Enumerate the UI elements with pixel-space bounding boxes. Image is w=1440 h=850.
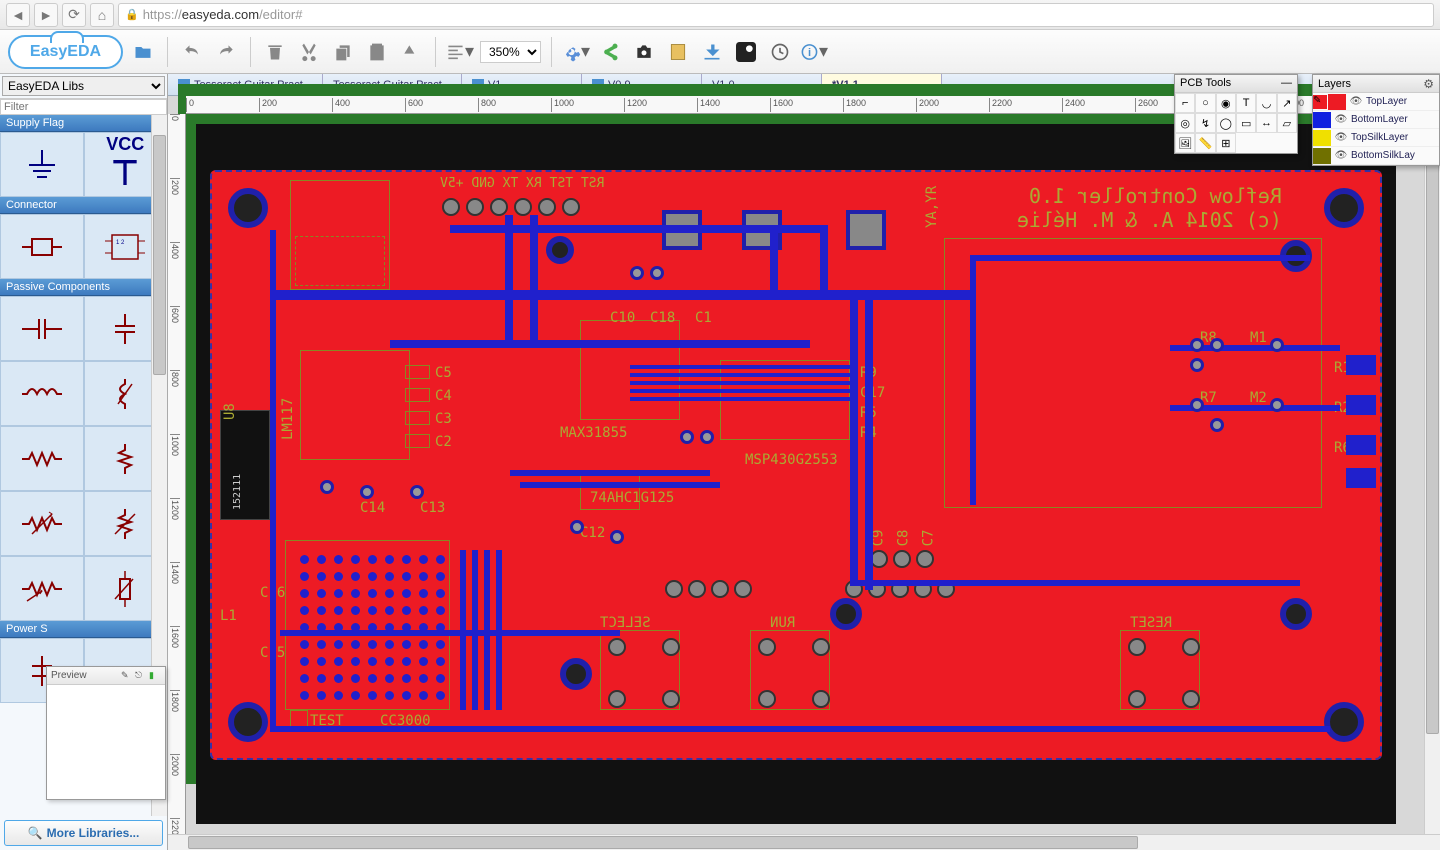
undo-button[interactable] [178,38,206,66]
tool-text[interactable]: T [1236,93,1256,113]
pencil-icon: ✎ [1313,95,1327,109]
library-filter-input[interactable] [0,99,167,115]
eye-icon[interactable]: 👁 [1333,114,1349,125]
battery-icon[interactable]: ▮ [149,670,161,682]
tool-arc[interactable]: ◡ [1256,93,1276,113]
tool-move[interactable]: ↗ [1277,93,1297,113]
layers-panel[interactable]: Layers⚙ ✎👁TopLayer👁BottomLayer👁TopSilkLa… [1312,74,1440,166]
canvas-vscrollbar[interactable] [1424,114,1440,834]
tool-rect[interactable]: ▭ [1236,113,1256,133]
browser-chrome: ◄ ► ⟳ ⌂ 🔒 https://easyeda.com/editor# [0,0,1440,30]
app-logo[interactable]: EasyEDA [8,35,123,69]
share-button[interactable] [596,38,624,66]
lib-section-power[interactable]: Power S [0,621,167,638]
lock-icon: 🔒 [125,8,139,21]
tool-copper[interactable]: ◯ [1216,113,1236,133]
eye-icon[interactable]: 👁 [1333,132,1349,143]
tool-rect2[interactable]: ▱ [1277,113,1297,133]
lib-item-conn1[interactable] [0,214,84,279]
preview-panel[interactable]: Preview ✎ ⎋ ▮ [46,666,166,800]
open-button[interactable] [129,38,157,66]
ruler-vertical: 0200400600800100012001400160018002000220… [168,114,186,838]
lib-section-connector[interactable]: Connector [0,197,167,214]
align-button[interactable]: ▾ [446,38,474,66]
link-icon[interactable]: ⎋ [135,670,147,682]
tool-dimension[interactable]: ↔ [1256,113,1276,133]
layer-color-swatch [1313,148,1331,164]
url-bar[interactable]: 🔒 https://easyeda.com/editor# [118,3,1434,27]
lib-item-ind1[interactable] [0,361,84,426]
pcb-viewport[interactable]: Reflow Controller 1.0 (c) 2014 A. & M. H… [186,114,1440,834]
layer-name: TopSilkLayer [1349,132,1439,143]
url-text: https://easyeda.com/editor# [143,7,303,22]
info-button[interactable]: i▾ [800,38,828,66]
pcb-tools-title: PCB Tools [1180,77,1231,90]
history-button[interactable] [766,38,794,66]
lib-item-var1[interactable] [0,491,84,556]
nav-back-button[interactable]: ◄ [6,3,30,27]
camera-button[interactable] [630,38,658,66]
layer-row[interactable]: ✎ 👁TopLayer [1313,93,1439,111]
preview-title: Preview [51,670,87,681]
lib-item-res1[interactable] [0,426,84,491]
layer-color-swatch [1313,112,1331,128]
settings-button[interactable]: ▾ [562,38,590,66]
canvas-area: Tesseract Guitar Pract...Tesseract Guita… [168,74,1440,850]
eye-icon[interactable]: 👁 [1333,150,1349,161]
library-select[interactable]: EasyEDA Libs [2,76,165,96]
redo-button[interactable] [212,38,240,66]
nav-forward-button[interactable]: ► [34,3,58,27]
lib-item-cap1[interactable] [0,296,84,361]
lib-item-pot1[interactable] [0,556,84,621]
copy-button[interactable] [329,38,357,66]
nav-reload-button[interactable]: ⟳ [62,3,86,27]
pcb-tools-panel[interactable]: PCB Tools — ⌐ ○ ◉ T ◡ ↗ ◎ ↯ ◯ ▭ ↔ ▱ 🖼 📏 ⊞ [1174,74,1298,154]
gear-icon[interactable]: ⚙ [1423,77,1434,91]
tool-measure[interactable]: 📏 [1195,133,1215,153]
svg-text:i: i [808,46,811,58]
delete-button[interactable] [261,38,289,66]
tool-track[interactable]: ⌐ [1175,93,1195,113]
chip-u8[interactable] [220,410,270,520]
layer-name: TopLayer [1364,96,1439,107]
pcb-canvas[interactable]: Reflow Controller 1.0 (c) 2014 A. & M. H… [196,124,1396,824]
layer-row[interactable]: 👁BottomSilkLay [1313,147,1439,165]
eye-icon[interactable]: 👁 [1348,96,1364,107]
export-button[interactable] [698,38,726,66]
tool-image[interactable]: 🖼 [1175,133,1195,153]
layer-row[interactable]: 👁TopSilkLayer [1313,129,1439,147]
pencil-icon[interactable]: ✎ [121,670,133,682]
layer-name: BottomLayer [1349,114,1439,125]
minimize-icon[interactable]: — [1281,77,1292,90]
lib-section-supply[interactable]: Supply Flag [0,115,167,132]
bom-button[interactable] [664,38,692,66]
main-toolbar: EasyEDA ▾ 350% ▾ i▾ [0,30,1440,74]
layer-color-swatch [1328,94,1346,110]
steam-button[interactable] [732,38,760,66]
paste-button[interactable] [363,38,391,66]
zoom-select[interactable]: 350% [480,41,541,63]
lib-item-gnd[interactable] [0,132,84,197]
cut-button[interactable] [295,38,323,66]
document-tab[interactable]: *V1.1 [822,74,942,95]
search-icon: 🔍 [28,826,43,840]
tool-group[interactable]: ⊞ [1216,133,1236,153]
crop-button[interactable] [397,38,425,66]
svg-text:1 2: 1 2 [116,240,125,246]
tool-connect[interactable]: ↯ [1195,113,1215,133]
pcb-board[interactable]: Reflow Controller 1.0 (c) 2014 A. & M. H… [210,170,1382,760]
canvas-hscrollbar[interactable] [168,834,1440,850]
layer-row[interactable]: 👁BottomLayer [1313,111,1439,129]
layer-color-swatch [1313,130,1331,146]
tool-pad[interactable]: ○ [1195,93,1215,113]
tool-hole[interactable]: ◎ [1175,113,1195,133]
layer-name: BottomSilkLay [1349,150,1439,161]
nav-home-button[interactable]: ⌂ [90,3,114,27]
layers-title: Layers [1318,78,1351,90]
more-libraries-button[interactable]: 🔍More Libraries... [4,820,163,846]
tool-via[interactable]: ◉ [1216,93,1236,113]
lib-section-passive[interactable]: Passive Components [0,279,167,296]
